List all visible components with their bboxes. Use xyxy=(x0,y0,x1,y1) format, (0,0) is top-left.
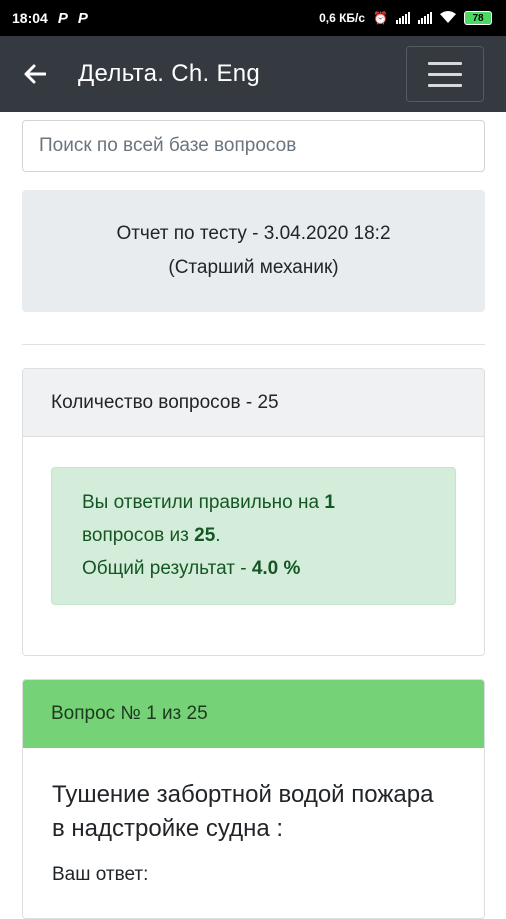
result-line-1: Вы ответили правильно на 1 xyxy=(82,486,455,519)
correct-count: 1 xyxy=(324,492,335,513)
question-card: Вопрос № 1 из 25 Тушение забортной водой… xyxy=(22,679,485,919)
menu-button[interactable] xyxy=(406,46,484,102)
your-answer-label: Ваш ответ: xyxy=(52,864,149,885)
report-panel: Отчет по тесту - 3.04.2020 18:2 (Старший… xyxy=(22,190,485,312)
period: . xyxy=(215,525,221,546)
status-time: 18:04 xyxy=(12,10,48,26)
notification-p-icon-2: P xyxy=(77,9,88,27)
signal-icon-2 xyxy=(418,12,432,24)
status-bar: 18:04 P P 0,6 КБ/с ⏰ 78 xyxy=(0,0,506,36)
arrow-left-icon xyxy=(24,64,46,84)
report-title: Отчет по тесту - 3.04.2020 18:2 xyxy=(116,223,391,244)
questions-of-text: вопросов из xyxy=(82,525,195,546)
result-line-2: вопросов из 25. xyxy=(82,519,455,552)
result-alert: Вы ответили правильно на 1 вопросов из 2… xyxy=(51,467,456,605)
wifi-icon xyxy=(440,10,456,26)
alarm-icon: ⏰ xyxy=(373,11,388,25)
result-prefix: Общий результат - xyxy=(82,558,252,579)
hamburger-icon-line xyxy=(428,72,462,76)
divider xyxy=(22,344,485,345)
battery-icon: 78 xyxy=(464,11,492,25)
status-bar-left: 18:04 P P xyxy=(12,10,88,27)
signal-icon xyxy=(396,12,410,24)
hamburger-icon-line xyxy=(428,61,462,65)
summary-card-header: Количество вопросов - 25 xyxy=(23,369,484,437)
question-card-header: Вопрос № 1 из 25 xyxy=(23,680,484,748)
total-count: 25 xyxy=(194,525,216,546)
hamburger-icon-line xyxy=(428,83,462,87)
result-value: 4.0 % xyxy=(251,558,301,579)
question-text: Тушение забортной водой пожара в надстро… xyxy=(52,781,434,842)
app-bar: Дельта. Ch. Eng xyxy=(0,36,506,112)
answered-prefix: Вы ответили правильно на xyxy=(82,492,325,513)
notification-p-icon: P xyxy=(57,9,68,27)
network-speed: 0,6 КБ/с xyxy=(319,11,366,25)
search-input[interactable] xyxy=(22,120,485,172)
report-subtitle: (Старший механик) xyxy=(168,257,339,278)
back-button[interactable] xyxy=(0,36,70,112)
summary-card: Количество вопросов - 25 Вы ответили пра… xyxy=(22,368,485,656)
result-line-3: Общий результат - 4.0 % xyxy=(82,552,455,585)
status-bar-right: 0,6 КБ/с ⏰ 78 xyxy=(319,10,492,26)
